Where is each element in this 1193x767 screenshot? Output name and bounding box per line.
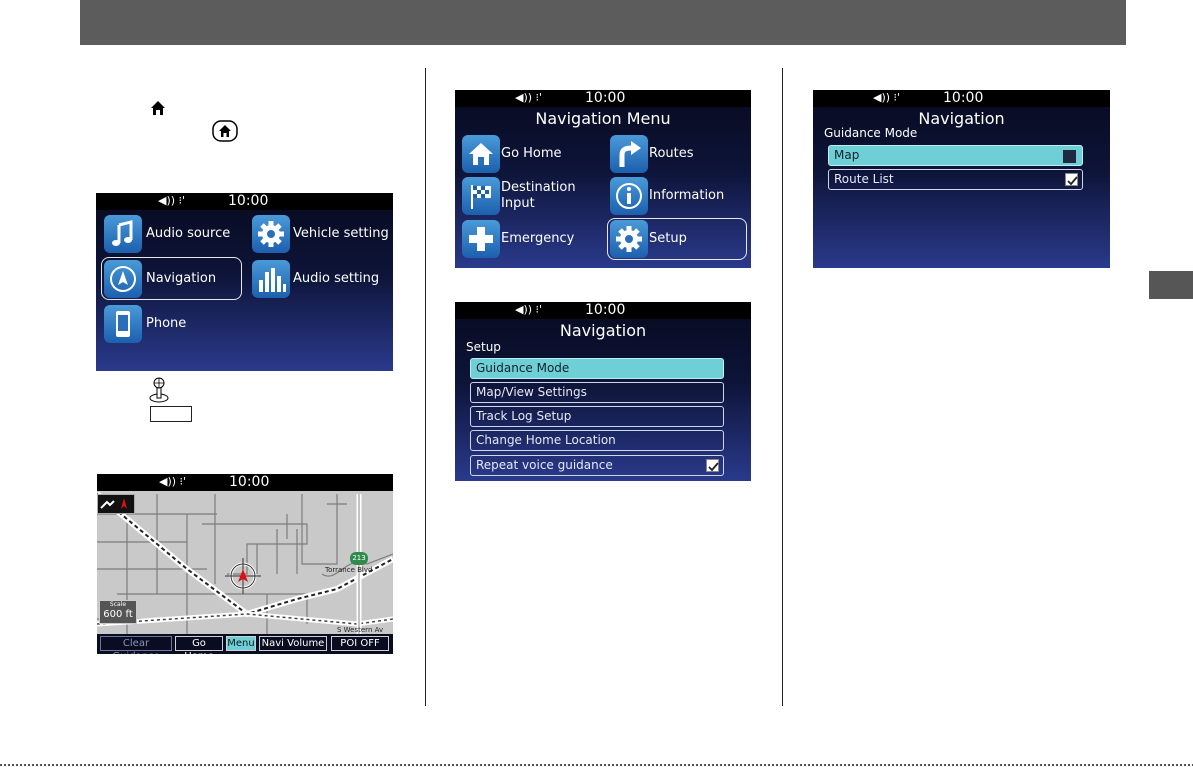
home-icon bbox=[462, 135, 500, 173]
status-bar: ◀)) ⁝' 10:00 bbox=[97, 474, 393, 491]
poi-off-button[interactable]: POI OFF bbox=[331, 636, 389, 651]
joystick-icon bbox=[148, 376, 170, 408]
scale-value: 600 ft bbox=[103, 609, 133, 620]
column-divider bbox=[782, 68, 783, 706]
routes-label[interactable]: Routes bbox=[649, 146, 694, 162]
map-option-item[interactable]: Map bbox=[828, 145, 1083, 166]
route-arrow-icon bbox=[610, 135, 648, 173]
header-bar bbox=[80, 0, 1126, 45]
road-label: S Western Av bbox=[337, 626, 384, 634]
route-list-option-item[interactable]: Route List bbox=[828, 169, 1083, 190]
menu-key-box bbox=[150, 406, 192, 422]
status-bar: ◀)) ⁝' 10:00 bbox=[455, 90, 751, 107]
screen-title: Navigation bbox=[559, 321, 647, 340]
map-view-settings-item[interactable]: Map/View Settings bbox=[470, 382, 724, 403]
highway-shield: 213 bbox=[350, 552, 368, 565]
clock: 10:00 bbox=[229, 474, 270, 490]
repeat-voice-guidance-item[interactable]: Repeat voice guidance bbox=[470, 455, 724, 476]
volume-icon: ◀)) ⁝' bbox=[873, 91, 901, 104]
home-button-icon bbox=[212, 120, 238, 146]
scale-label: Scale bbox=[109, 601, 127, 608]
music-note-icon bbox=[104, 215, 142, 253]
setup-label[interactable]: Setup bbox=[649, 231, 687, 247]
clock: 10:00 bbox=[228, 193, 269, 209]
screen-title: Navigation Menu bbox=[535, 109, 671, 128]
go-home-label[interactable]: Go Home bbox=[501, 146, 562, 162]
status-bar: ◀)) ⁝' 10:00 bbox=[455, 302, 751, 319]
checkbox-checked[interactable] bbox=[706, 459, 719, 472]
setup-screen: ◀)) ⁝' 10:00 Navigation Setup Guidance M… bbox=[455, 302, 751, 481]
gear-icon bbox=[610, 220, 648, 258]
phone-icon bbox=[104, 305, 142, 343]
status-bar: ◀)) ⁝' 10:00 bbox=[813, 90, 1110, 107]
volume-icon: ◀)) ⁝' bbox=[515, 91, 543, 104]
information-label[interactable]: Information bbox=[649, 188, 724, 204]
chapter-tab bbox=[1149, 271, 1193, 299]
volume-icon: ◀)) ⁝' bbox=[515, 303, 543, 316]
status-bar: ◀)) ⁝' 10:00 bbox=[96, 193, 393, 210]
go-home-button[interactable]: Go Home bbox=[175, 636, 223, 654]
track-log-setup-item[interactable]: Track Log Setup bbox=[470, 406, 724, 427]
volume-icon: ◀)) ⁝' bbox=[159, 475, 187, 488]
map-screen: ◀)) ⁝' 10:00 213 Torrance Blvd S Western… bbox=[97, 474, 393, 654]
home-screen: ◀)) ⁝' 10:00 Audio source Vehicle settin… bbox=[96, 193, 393, 371]
emergency-label[interactable]: Emergency bbox=[501, 231, 574, 247]
screen-subtitle: Guidance Mode bbox=[824, 126, 918, 140]
equalizer-icon bbox=[252, 260, 290, 298]
audio-setting-label[interactable]: Audio setting bbox=[293, 271, 379, 287]
clock: 10:00 bbox=[943, 90, 984, 106]
gear-icon bbox=[252, 215, 290, 253]
home-icon bbox=[150, 100, 166, 120]
navi-volume-button[interactable]: Navi Volume bbox=[259, 636, 327, 651]
clock: 10:00 bbox=[585, 90, 626, 106]
plus-icon bbox=[462, 220, 500, 258]
map-option-label: Map bbox=[834, 148, 860, 162]
clock: 10:00 bbox=[585, 302, 626, 318]
road-label: Torrance Blvd bbox=[325, 566, 373, 574]
scale-indicator: Scale 600 ft bbox=[99, 600, 137, 624]
volume-icon: ◀)) ⁝' bbox=[158, 194, 186, 207]
column-divider bbox=[425, 68, 426, 706]
guidance-mode-screen: ◀)) ⁝' 10:00 Navigation Guidance Mode Ma… bbox=[813, 90, 1110, 268]
clear-guidance-button[interactable]: Clear Guidance bbox=[100, 636, 172, 654]
bottom-rule bbox=[0, 764, 1193, 766]
phone-label[interactable]: Phone bbox=[146, 316, 186, 332]
navigation-label[interactable]: Navigation bbox=[146, 271, 216, 287]
repeat-voice-guidance-label: Repeat voice guidance bbox=[476, 458, 613, 472]
navigation-menu-screen: ◀)) ⁝' 10:00 Navigation Menu Go Home Rou… bbox=[455, 90, 751, 268]
destination-input-label[interactable]: Destination Input bbox=[501, 180, 576, 212]
route-list-option-label: Route List bbox=[834, 172, 894, 186]
screen-subtitle: Setup bbox=[466, 340, 501, 354]
audio-source-label[interactable]: Audio source bbox=[146, 226, 230, 242]
checkbox-checked[interactable] bbox=[1065, 173, 1078, 186]
map-indicators bbox=[97, 494, 135, 514]
checkbox-unchecked[interactable] bbox=[1063, 150, 1076, 163]
change-home-location-item[interactable]: Change Home Location bbox=[470, 430, 724, 451]
menu-button[interactable]: Menu bbox=[226, 636, 256, 651]
guidance-mode-item[interactable]: Guidance Mode bbox=[470, 358, 724, 379]
checkered-flag-icon bbox=[462, 177, 500, 215]
compass-icon bbox=[104, 260, 142, 298]
vehicle-setting-label[interactable]: Vehicle setting bbox=[293, 226, 389, 242]
info-icon bbox=[610, 177, 648, 215]
